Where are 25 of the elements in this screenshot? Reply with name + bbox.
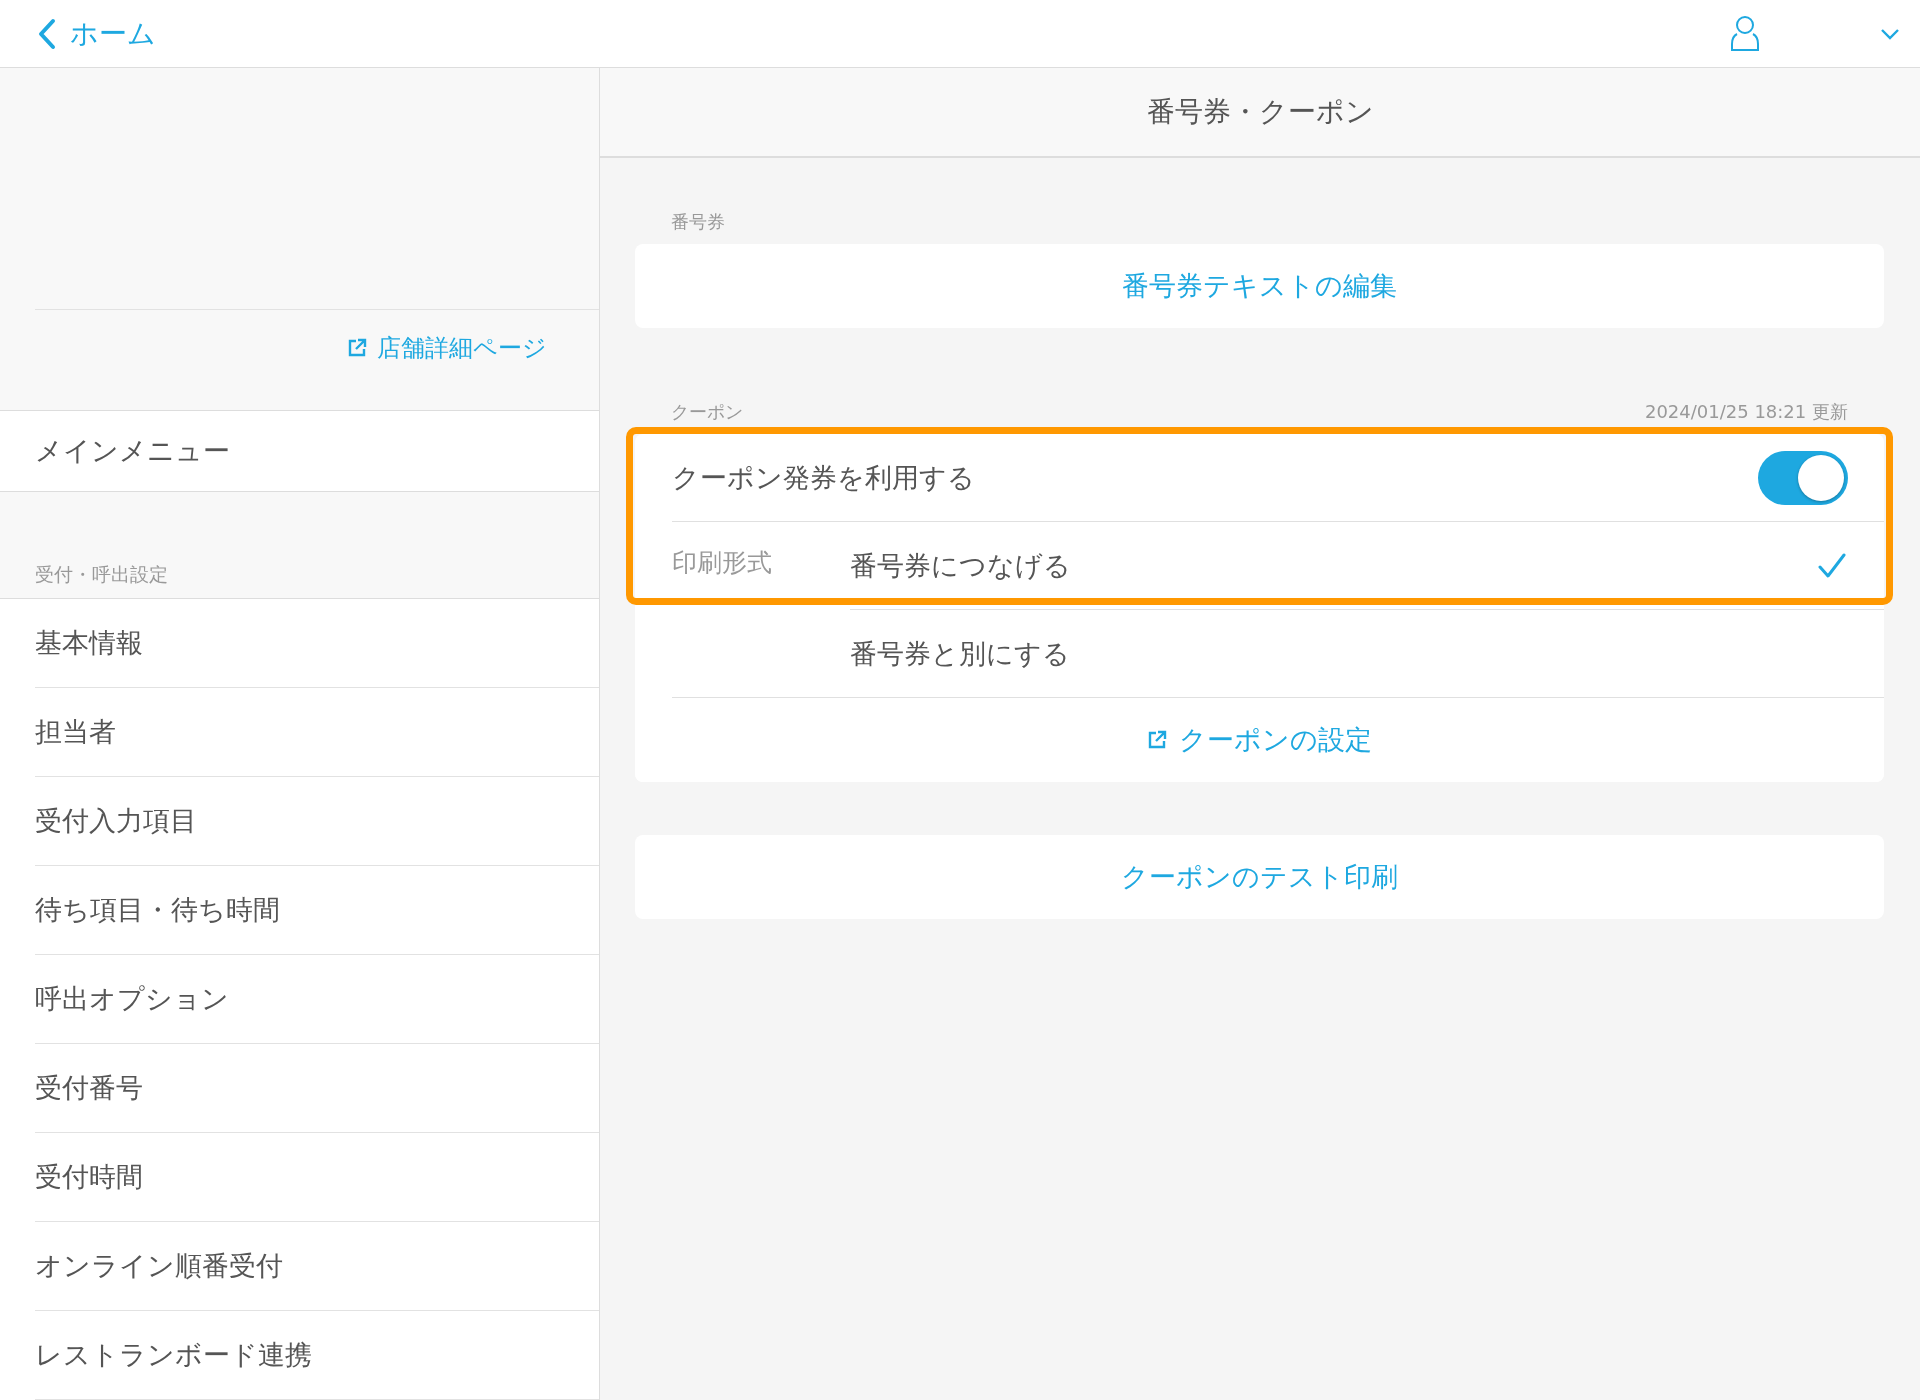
- menu-item[interactable]: 担当者: [35, 688, 599, 777]
- page-title: 番号券・クーポン: [1146, 94, 1374, 130]
- menu-item[interactable]: 受付番号: [35, 1044, 599, 1133]
- external-link-icon: [1147, 730, 1167, 750]
- print-format-label: 印刷形式: [672, 547, 772, 579]
- menu-item[interactable]: オンライン順番受付: [35, 1222, 599, 1311]
- section-header: 受付・呼出設定: [35, 562, 168, 587]
- menu-item[interactable]: 受付時間: [35, 1133, 599, 1222]
- section-header: 番号券: [671, 210, 725, 234]
- section-header: クーポン: [671, 400, 743, 424]
- menu-item[interactable]: メインメニュー: [0, 411, 599, 492]
- user-icon[interactable]: [1730, 14, 1760, 53]
- menu-item[interactable]: 呼出オプション: [35, 955, 599, 1044]
- option-row[interactable]: 番号券につなげる: [850, 522, 1884, 610]
- external-link-icon: [347, 338, 367, 359]
- checkmark-icon: [1818, 552, 1846, 579]
- menu-item[interactable]: レストランボード連携: [35, 1311, 599, 1400]
- toggle-label: クーポン発券を利用する: [672, 460, 976, 495]
- menu-item[interactable]: 基本情報: [35, 599, 599, 688]
- menu-item[interactable]: 受付入力項目: [35, 777, 599, 866]
- back-chevron-icon: [38, 17, 56, 50]
- menu-item[interactable]: 待ち項目・待ち時間: [35, 866, 599, 955]
- updated-timestamp: 2024/01/25 18:21 更新: [1644, 400, 1848, 424]
- dropdown-chevron-icon[interactable]: [1880, 27, 1900, 40]
- toggle-switch[interactable]: [1758, 450, 1848, 505]
